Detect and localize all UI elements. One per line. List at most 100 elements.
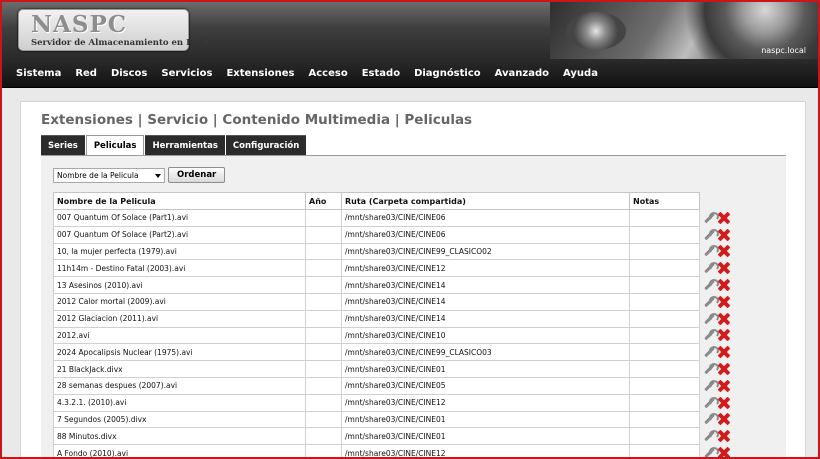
cell-movie-name: 13 Asesinos (2010).avi xyxy=(53,276,306,294)
wrench-icon[interactable] xyxy=(703,447,719,457)
delete-x-icon[interactable] xyxy=(718,279,730,291)
delete-x-icon[interactable] xyxy=(718,262,730,274)
tab-series[interactable]: Series xyxy=(41,135,85,155)
tab-herramientas[interactable]: Herramientas xyxy=(145,135,225,155)
cell-movie-name: A Fondo (2010).avi xyxy=(53,444,306,457)
delete-x-icon[interactable] xyxy=(718,346,730,358)
table-row: 007 Quantum Of Solace (Part2).avi/mnt/sh… xyxy=(53,225,734,244)
wrench-icon[interactable] xyxy=(703,262,719,274)
wrench-icon[interactable] xyxy=(703,363,719,375)
cell-notes xyxy=(629,343,700,362)
cell-movie-name: 2024 Apocalipsis Nuclear (1975).avi xyxy=(53,343,306,362)
wrench-icon[interactable] xyxy=(703,295,719,308)
wrench-icon[interactable] xyxy=(703,413,719,425)
cell-year xyxy=(305,360,342,378)
table-row: 2012 Calor mortal (2009).avi/mnt/share03… xyxy=(53,292,734,311)
wrench-icon[interactable] xyxy=(703,312,719,325)
table-row: 4.3.2.1. (2010).avi/mnt/share03/CINE/CIN… xyxy=(53,393,734,412)
logo-title: NASPC xyxy=(31,11,128,38)
nav-item-estado[interactable]: Estado xyxy=(362,68,400,79)
cell-notes xyxy=(629,209,700,227)
column-header-year[interactable]: Año xyxy=(305,192,342,210)
cell-year xyxy=(305,376,342,395)
column-header-name[interactable]: Nombre de la Pelicula xyxy=(53,192,306,210)
row-action-icons xyxy=(703,430,733,442)
row-actions xyxy=(699,243,734,260)
nav-item-acceso[interactable]: Acceso xyxy=(309,68,348,79)
cell-notes xyxy=(629,410,700,429)
tab-configuracion[interactable]: Configuración xyxy=(225,135,307,155)
cell-movie-name: 11h14m - Destino Fatal (2003).avi xyxy=(53,259,306,278)
cell-year xyxy=(305,292,342,311)
cell-notes xyxy=(629,427,700,446)
wrench-icon[interactable] xyxy=(703,379,719,392)
nav-item-red[interactable]: Red xyxy=(75,68,97,79)
wrench-icon[interactable] xyxy=(703,228,719,241)
table-row: 11h14m - Destino Fatal (2003).avi/mnt/sh… xyxy=(53,259,734,278)
cell-year xyxy=(305,326,342,345)
cell-year xyxy=(305,259,342,278)
nav-item-ayuda[interactable]: Ayuda xyxy=(563,68,598,79)
cell-movie-name: 2012.avi xyxy=(53,326,306,345)
nav-item-diagnostico[interactable]: Diagnóstico xyxy=(414,68,481,79)
window-frame: NASPC Servidor de Almacenamiento en Red … xyxy=(0,0,820,459)
cell-movie-name: 007 Quantum Of Solace (Part2).avi xyxy=(53,225,306,244)
cell-notes xyxy=(629,360,700,378)
cell-year xyxy=(305,444,342,457)
delete-x-icon[interactable] xyxy=(718,397,730,409)
tab-peliculas[interactable]: Peliculas xyxy=(85,135,145,155)
movies-panel: Nombre de la Pelicula Ordenar Nombre de … xyxy=(41,155,786,457)
delete-x-icon[interactable] xyxy=(718,380,730,392)
cell-path: /mnt/share03/CINE/CINE12 xyxy=(341,393,630,412)
cell-notes xyxy=(629,292,700,311)
table-header-row: Nombre de la Pelicula Año Ruta (Carpeta … xyxy=(53,192,734,210)
delete-x-icon[interactable] xyxy=(718,212,730,224)
column-header-notes[interactable]: Notas xyxy=(629,192,700,210)
cell-movie-name: 2012 Calor mortal (2009).avi xyxy=(53,292,306,311)
nav-item-sistema[interactable]: Sistema xyxy=(16,68,61,79)
nav-item-avanzado[interactable]: Avanzado xyxy=(495,68,549,79)
cell-year xyxy=(305,276,342,294)
row-action-icons xyxy=(703,245,733,257)
delete-x-icon[interactable] xyxy=(718,413,730,425)
row-action-icons xyxy=(703,312,733,325)
content-area: Extensiones | Servicio | Contenido Multi… xyxy=(20,101,806,457)
row-action-icons xyxy=(703,396,733,409)
delete-x-icon[interactable] xyxy=(718,313,730,325)
cell-path: /mnt/share03/CINE/CINE14 xyxy=(341,292,630,311)
delete-x-icon[interactable] xyxy=(718,447,730,457)
row-actions xyxy=(699,209,734,227)
row-action-icons xyxy=(703,447,734,457)
delete-x-icon[interactable] xyxy=(718,329,730,341)
cell-notes xyxy=(629,326,700,345)
wrench-icon[interactable] xyxy=(703,329,719,341)
sort-button[interactable]: Ordenar xyxy=(168,167,226,183)
delete-x-icon[interactable] xyxy=(718,363,730,375)
wrench-icon[interactable] xyxy=(703,245,719,257)
wrench-icon[interactable] xyxy=(703,279,719,291)
cell-movie-name: 4.3.2.1. (2010).avi xyxy=(53,393,306,412)
cell-notes xyxy=(629,309,700,328)
wrench-icon[interactable] xyxy=(703,396,719,409)
table-row: 88 Minutos.divx/mnt/share03/CINE/CINE01 xyxy=(53,427,734,446)
nav-item-discos[interactable]: Discos xyxy=(111,68,147,79)
logo[interactable]: NASPC Servidor de Almacenamiento en Red xyxy=(18,9,204,51)
wrench-icon[interactable] xyxy=(703,430,719,442)
cell-path: /mnt/share03/CINE/CINE05 xyxy=(341,376,630,395)
wrench-icon[interactable] xyxy=(703,211,719,224)
sort-field-select[interactable]: Nombre de la Pelicula xyxy=(53,167,165,183)
cell-path: /mnt/share03/CINE/CINE99_CLASICO02 xyxy=(341,242,630,261)
cell-year xyxy=(305,393,342,412)
nav-item-servicios[interactable]: Servicios xyxy=(161,68,212,79)
delete-x-icon[interactable] xyxy=(718,245,730,257)
wrench-icon[interactable] xyxy=(703,346,719,358)
delete-x-icon[interactable] xyxy=(718,229,730,241)
nav-item-extensiones[interactable]: Extensiones xyxy=(226,68,294,79)
delete-x-icon[interactable] xyxy=(718,296,730,308)
logo-subtitle: Servidor de Almacenamiento en Red xyxy=(31,38,205,48)
row-action-icons xyxy=(703,262,733,274)
delete-x-icon[interactable] xyxy=(718,430,730,442)
row-actions xyxy=(699,293,734,311)
column-header-path[interactable]: Ruta (Carpeta compartida) xyxy=(341,192,630,210)
cell-path: /mnt/share03/CINE/CINE01 xyxy=(341,410,630,429)
